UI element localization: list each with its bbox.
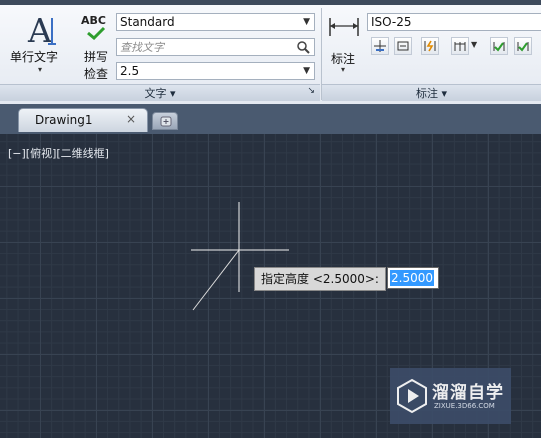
- play-logo-icon: [397, 378, 427, 414]
- dim-break-icon[interactable]: [490, 37, 508, 55]
- close-icon[interactable]: ×: [126, 112, 136, 126]
- spell-check-button[interactable]: ABC 拼写 检查: [78, 12, 114, 82]
- dimension-panel-title: 标注 ▾: [415, 87, 448, 100]
- crosshair-cursor: [191, 202, 289, 311]
- document-tab-label: Drawing1: [35, 113, 93, 127]
- checkmark-icon: [87, 26, 106, 40]
- find-replace-icon[interactable]: [296, 40, 312, 54]
- text-panel-footer[interactable]: 文字 ▾ ↘: [0, 84, 320, 101]
- text-style-value: Standard: [120, 15, 175, 29]
- dimension-button[interactable]: 标注 ▾: [325, 10, 363, 80]
- text-height-select[interactable]: 2.5 ▼: [116, 62, 315, 80]
- viewport-controls[interactable]: [−][俯视][二维线框]: [8, 145, 109, 161]
- single-line-text-button[interactable]: A 单行文字 ▾: [8, 10, 74, 80]
- dim-style-select[interactable]: ISO-25: [367, 13, 541, 31]
- dynamic-input-prompt: 指定高度 <2.5000>:: [254, 267, 386, 291]
- dropdown-arrow-icon[interactable]: ▼: [471, 40, 477, 49]
- panel-launcher-icon[interactable]: ↘: [307, 86, 315, 96]
- find-text-placeholder: 查找文字: [120, 41, 164, 54]
- watermark-title: 溜溜自学: [432, 383, 504, 403]
- dim-quick-icon[interactable]: [421, 37, 439, 55]
- text-panel-title: 文字 ▾: [144, 87, 176, 100]
- document-tab-drawing1[interactable]: Drawing1 ×: [18, 108, 148, 132]
- dim-inspect-icon[interactable]: [514, 37, 532, 55]
- watermark: 溜溜自学 ZIXUE.3D66.COM: [390, 368, 511, 424]
- text-height-value: 2.5: [120, 64, 140, 78]
- plus-icon: [160, 116, 172, 127]
- text-a-icon: A: [27, 12, 56, 48]
- chevron-down-icon: ▾: [341, 65, 346, 74]
- dim-space-icon[interactable]: [451, 37, 469, 55]
- dimension-icon: [329, 18, 359, 36]
- dim-style-value: ISO-25: [371, 15, 412, 29]
- svg-text:A: A: [27, 12, 53, 48]
- watermark-url: ZIXUE.3D66.COM: [434, 402, 495, 410]
- dropdown-arrow-icon: ▼: [303, 66, 310, 76]
- spell-check-label-2: 检查: [84, 67, 109, 81]
- single-line-text-label: 单行文字: [10, 50, 59, 64]
- chevron-down-icon: ▾: [38, 65, 43, 74]
- height-value-input[interactable]: 2.5000: [387, 267, 439, 289]
- height-value-selection: 2.5000: [390, 270, 434, 286]
- dropdown-arrow-icon: ▼: [303, 17, 310, 27]
- dim-baseline-icon[interactable]: [394, 37, 412, 55]
- dimension-panel-footer[interactable]: 标注 ▾: [322, 84, 541, 101]
- new-tab-button[interactable]: [152, 112, 178, 130]
- spell-check-label-1: 拼写: [84, 50, 109, 64]
- find-text-input[interactable]: 查找文字: [116, 38, 315, 56]
- dim-continue-icon[interactable]: [371, 37, 389, 55]
- text-style-select[interactable]: Standard ▼: [116, 13, 315, 31]
